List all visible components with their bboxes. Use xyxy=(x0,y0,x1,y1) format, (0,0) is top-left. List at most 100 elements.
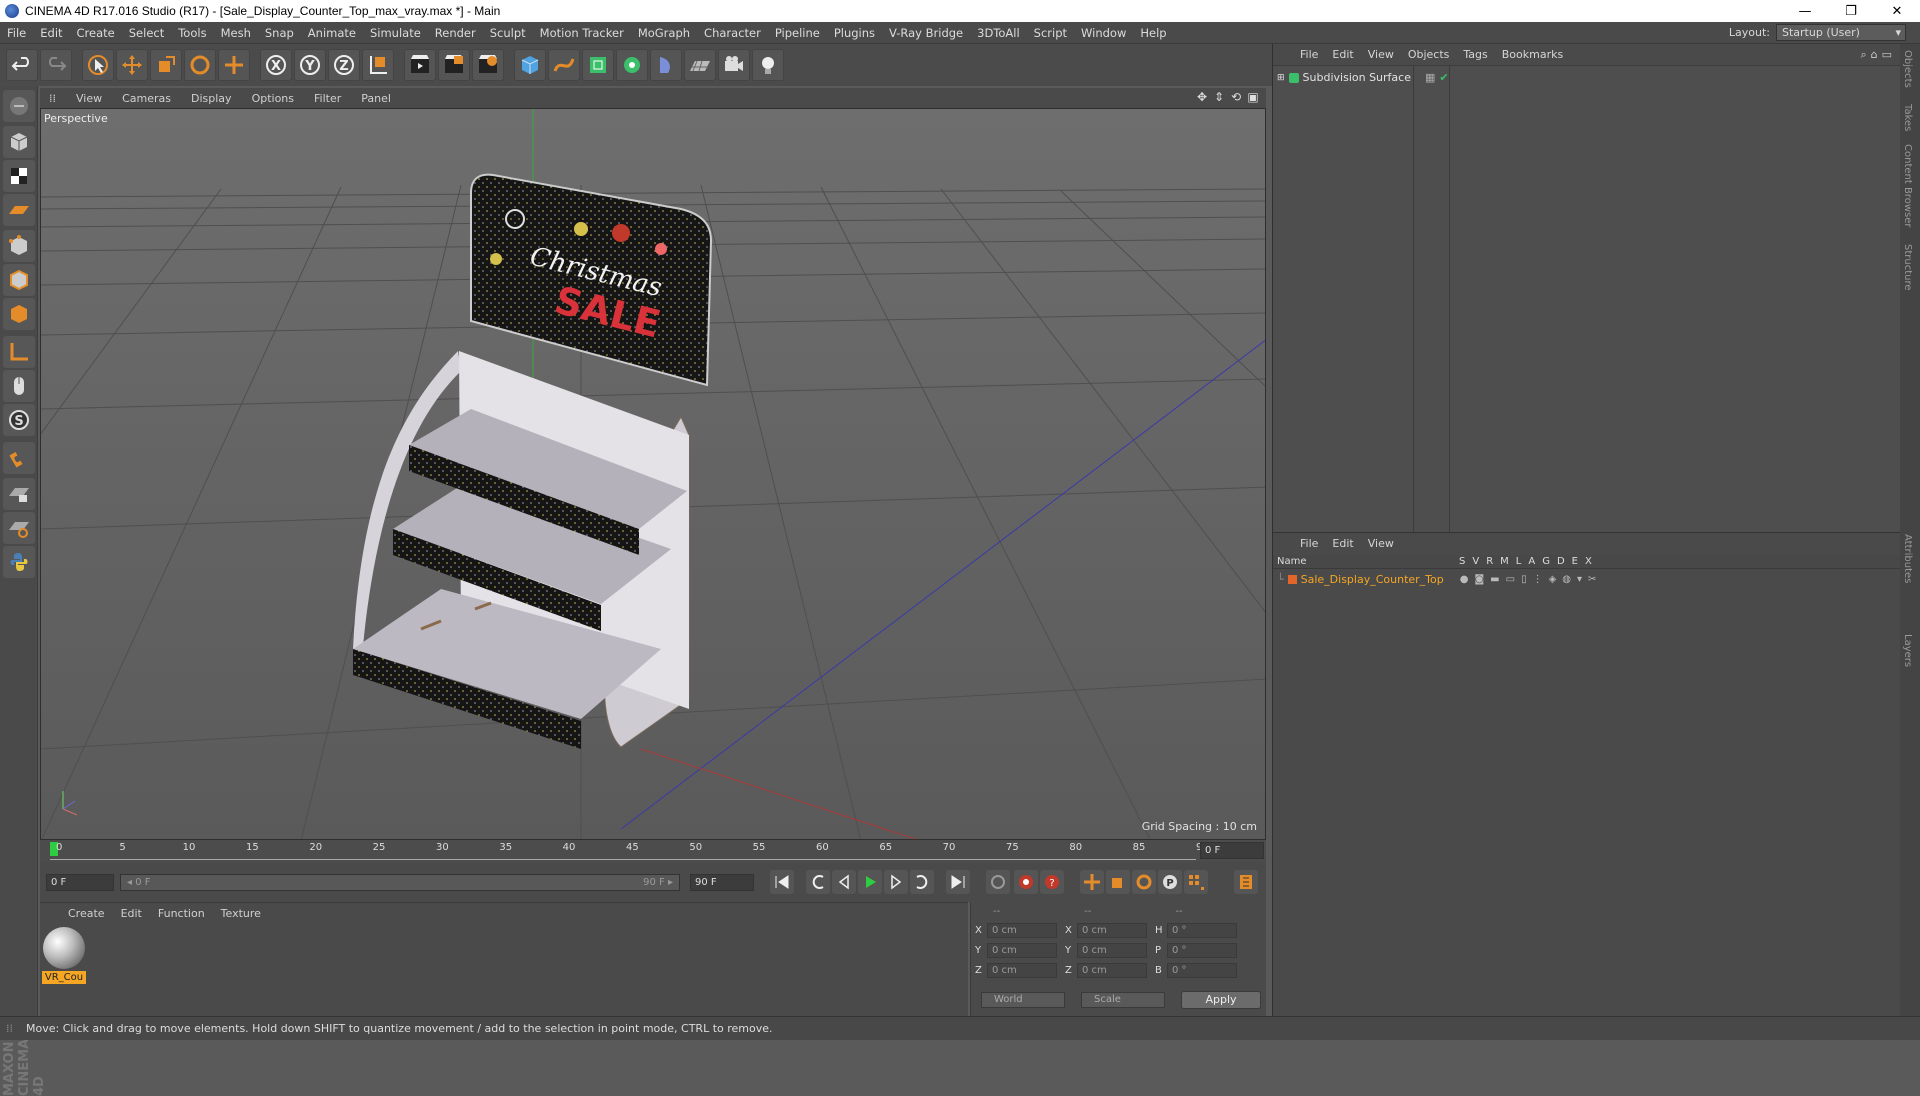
orbit-view-icon[interactable]: ⟲ xyxy=(1229,90,1243,104)
enabled-check-icon[interactable]: ✔ xyxy=(1439,71,1448,84)
menu-snap[interactable]: Snap xyxy=(258,26,301,40)
x-axis-lock-icon[interactable]: X xyxy=(260,49,292,81)
key-position-icon[interactable] xyxy=(1080,870,1104,894)
menu-sculpt[interactable]: Sculpt xyxy=(483,26,533,40)
render-settings-icon[interactable] xyxy=(472,49,504,81)
layer-column-header[interactable]: M xyxy=(1500,556,1509,567)
menu-edit[interactable]: Edit xyxy=(33,26,69,40)
rotate-tool-icon[interactable] xyxy=(184,49,216,81)
menu-plugins[interactable]: Plugins xyxy=(827,26,882,40)
perspective-viewport[interactable]: Christmas SALE Perspective Grid Spacing … xyxy=(40,108,1266,840)
material-menu-texture[interactable]: Texture xyxy=(213,907,269,920)
current-frame-field[interactable]: 0 F xyxy=(1200,842,1264,859)
tweak-mode-icon[interactable] xyxy=(3,370,35,402)
redo-button[interactable] xyxy=(40,49,72,81)
deformer-icon[interactable] xyxy=(650,49,682,81)
maximize-view-icon[interactable]: ▣ xyxy=(1246,90,1260,104)
coord-value-field[interactable]: 0 ° xyxy=(1167,963,1237,978)
side-tab-objects[interactable]: Objects xyxy=(1902,50,1913,88)
menu-tools[interactable]: Tools xyxy=(171,26,213,40)
viewport-menu-filter[interactable]: Filter xyxy=(305,92,350,105)
object-menu-objects[interactable]: Objects xyxy=(1401,48,1457,61)
render-picture-viewer-icon[interactable] xyxy=(438,49,470,81)
timeline-window-icon[interactable] xyxy=(1234,870,1258,894)
autokey-icon[interactable] xyxy=(1014,870,1038,894)
material-menu-create[interactable]: Create xyxy=(60,907,113,920)
coord-value-field[interactable]: 0 ° xyxy=(1167,943,1237,958)
layer-column-header[interactable]: G xyxy=(1542,556,1550,567)
viewport-menu-display[interactable]: Display xyxy=(182,92,241,105)
material-swatch[interactable]: VR_Cou xyxy=(42,927,86,985)
menu-script[interactable]: Script xyxy=(1027,26,1074,40)
subdivision-surface-icon[interactable] xyxy=(582,49,614,81)
menu-create[interactable]: Create xyxy=(70,26,122,40)
key-pla-icon[interactable] xyxy=(1184,870,1208,894)
coordinate-system-icon[interactable] xyxy=(362,49,394,81)
layer-column-header[interactable]: E xyxy=(1572,556,1578,567)
object-menu-file[interactable]: File xyxy=(1293,48,1325,61)
menu-mesh[interactable]: Mesh xyxy=(214,26,258,40)
expand-icon[interactable]: ⊞ xyxy=(1277,73,1285,83)
menu-pipeline[interactable]: Pipeline xyxy=(768,26,827,40)
menu-window[interactable]: Window xyxy=(1074,26,1133,40)
move-tool-icon[interactable] xyxy=(116,49,148,81)
key-rotation-icon[interactable] xyxy=(1132,870,1156,894)
timeline-ruler[interactable]: 051015202530354045505560657075808590 0 F xyxy=(40,840,1266,862)
layer-color-swatch[interactable] xyxy=(1287,574,1297,584)
menu-file[interactable]: File xyxy=(0,26,33,40)
key-parameter-icon[interactable]: P xyxy=(1158,870,1182,894)
layer-menu-edit[interactable]: Edit xyxy=(1325,537,1360,550)
layer-column-header[interactable]: X xyxy=(1585,556,1592,567)
minimize-button[interactable]: — xyxy=(1782,0,1828,22)
texture-mode-icon[interactable] xyxy=(3,160,35,192)
transform-tool-icon[interactable] xyxy=(218,49,250,81)
coord-value-field[interactable]: 0 cm xyxy=(987,963,1057,978)
coord-value-field[interactable]: 0 ° xyxy=(1167,923,1237,938)
material-menu-edit[interactable]: Edit xyxy=(113,907,150,920)
workplane-mode-icon[interactable] xyxy=(3,194,35,226)
apply-button[interactable]: Apply xyxy=(1181,991,1261,1009)
object-menu-edit[interactable]: Edit xyxy=(1325,48,1360,61)
next-frame-icon[interactable] xyxy=(884,870,908,894)
side-tab-attributes[interactable]: Attributes xyxy=(1902,534,1913,583)
layer-column-header[interactable]: S xyxy=(1459,556,1465,567)
layer-menu-file[interactable]: File xyxy=(1293,537,1325,550)
close-button[interactable]: ✕ xyxy=(1874,0,1920,22)
layer-menu-view[interactable]: View xyxy=(1361,537,1401,550)
layer-column-header[interactable]: D xyxy=(1557,556,1565,567)
layer-flags[interactable]: ●◙▬▭▯⋮◈◍▾✂ xyxy=(1460,574,1603,585)
new-view-icon[interactable]: ▭ xyxy=(1882,48,1892,62)
side-tab-structure[interactable]: Structure xyxy=(1902,244,1913,291)
side-tab-layers[interactable]: Layers xyxy=(1902,634,1913,667)
menu-render[interactable]: Render xyxy=(428,26,483,40)
prev-key-icon[interactable] xyxy=(806,870,830,894)
keyframe-selection-icon[interactable]: ? xyxy=(1040,870,1064,894)
layer-column-header[interactable]: A xyxy=(1528,556,1535,567)
object-menu-bookmarks[interactable]: Bookmarks xyxy=(1495,48,1570,61)
next-key-icon[interactable] xyxy=(910,870,934,894)
visibility-toggle-icon[interactable]: ▦ xyxy=(1425,71,1435,84)
viewport-menu-view[interactable]: View xyxy=(67,92,111,105)
side-tab-takes[interactable]: Takes xyxy=(1902,104,1913,131)
menu-motion-tracker[interactable]: Motion Tracker xyxy=(533,26,631,40)
menu-simulate[interactable]: Simulate xyxy=(363,26,428,40)
preview-range-slider[interactable]: ◂ 0 F 90 F ▸ xyxy=(120,874,680,891)
polygons-mode-icon[interactable] xyxy=(3,298,35,330)
menu-select[interactable]: Select xyxy=(122,26,171,40)
viewport-menu-cameras[interactable]: Cameras xyxy=(113,92,180,105)
viewport-menu-options[interactable]: Options xyxy=(243,92,303,105)
coord-value-field[interactable]: 0 cm xyxy=(1077,943,1147,958)
side-tab-content-browser[interactable]: Content Browser xyxy=(1902,144,1913,227)
edges-mode-icon[interactable] xyxy=(3,264,35,296)
start-frame-field[interactable]: 0 F xyxy=(46,874,114,891)
planar-workplane-icon[interactable] xyxy=(3,512,35,544)
spline-pen-icon[interactable] xyxy=(548,49,580,81)
camera-icon[interactable] xyxy=(718,49,750,81)
coord-value-field[interactable]: 0 cm xyxy=(1077,963,1147,978)
floor-scene-icon[interactable] xyxy=(684,49,716,81)
make-editable-icon[interactable] xyxy=(3,90,35,122)
home-icon[interactable]: ⌂ xyxy=(1871,48,1878,62)
object-menu-view[interactable]: View xyxy=(1361,48,1401,61)
y-axis-lock-icon[interactable]: Y xyxy=(294,49,326,81)
layout-select[interactable]: Startup (User) ▾ xyxy=(1776,24,1906,41)
